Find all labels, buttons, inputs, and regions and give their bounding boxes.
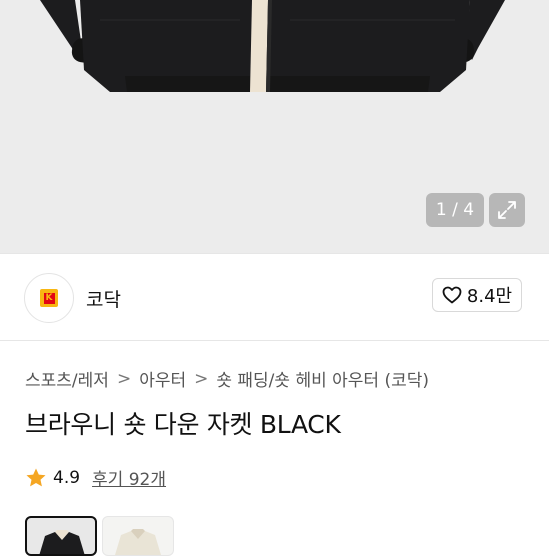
star-icon: [26, 468, 46, 486]
product-image-gallery[interactable]: 1 / 4: [0, 0, 549, 253]
breadcrumb-separator: >: [116, 368, 132, 389]
image-counter: 1 / 4: [426, 193, 484, 227]
expand-button[interactable]: [489, 193, 525, 227]
brand-name[interactable]: 코닥: [86, 285, 121, 312]
expand-icon: [498, 201, 516, 219]
rating-row: 4.9 후기 92개: [25, 465, 166, 490]
breadcrumb: 스포츠/레저 > 아우터 > 숏 패딩/숏 헤비 아우터 (코닥): [25, 366, 429, 392]
color-thumbnail-image: [115, 529, 161, 555]
like-count: 8.4만: [466, 286, 513, 307]
color-option-black[interactable]: [25, 516, 97, 556]
breadcrumb-item-sports[interactable]: 스포츠/레저: [25, 366, 109, 391]
rating-value: 4.9: [53, 467, 81, 488]
brand-row: K 코닥 8.4만: [0, 268, 549, 326]
like-button[interactable]: 8.4만: [432, 278, 522, 312]
kodak-logo: K: [40, 289, 58, 307]
breadcrumb-item-short-padding[interactable]: 숏 패딩/숏 헤비 아우터 (코닥): [216, 366, 429, 391]
kodak-logo-letter: K: [43, 292, 55, 304]
breadcrumb-separator: >: [194, 368, 209, 389]
divider: [0, 253, 549, 254]
review-count-link[interactable]: 후기 92개: [92, 465, 166, 490]
brand-logo[interactable]: K: [24, 273, 74, 323]
product-title: 브라우니 숏 다운 자켓 BLACK: [25, 410, 341, 439]
color-option-ivory[interactable]: [102, 516, 174, 556]
divider: [0, 340, 549, 341]
breadcrumb-item-outer[interactable]: 아우터: [139, 366, 186, 391]
heart-icon: [442, 286, 462, 304]
color-thumbnail-image: [39, 530, 85, 554]
